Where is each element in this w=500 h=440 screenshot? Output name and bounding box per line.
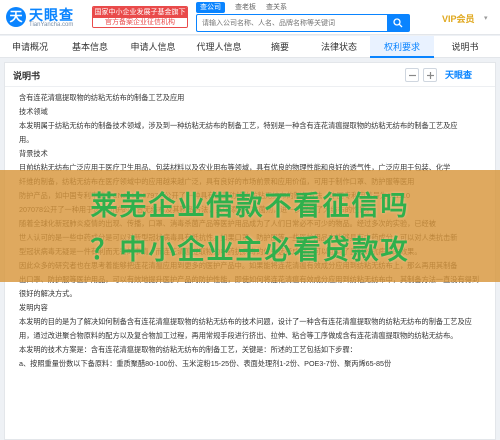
- search-tabs: 查公司 查老板 查关系: [196, 2, 297, 13]
- overlay-line-2: ？中小企业主必看贷款攻: [90, 235, 410, 266]
- tab-legal-status[interactable]: 法律状态: [308, 36, 370, 58]
- document-paragraph: a、按照重量份数以下备原料：重质聚醋80-100份、玉米淀粉15-25份、表面处…: [19, 359, 392, 368]
- document-paragraph: 技术领域: [19, 107, 48, 116]
- tab-claims[interactable]: 权利要求: [370, 36, 434, 58]
- search-button[interactable]: [387, 15, 409, 31]
- document-paragraph: 本发明的技术方案是：含有连花清瘟提取物的纺粘无纺布的制备工艺，关键是：所述的工艺…: [19, 345, 357, 354]
- promo-badge[interactable]: 国家中小企业发展子基金旗下 官方备案企业征信机构: [92, 6, 188, 28]
- vip-member-link[interactable]: VIP会员: [442, 12, 475, 25]
- search-input[interactable]: [197, 15, 387, 31]
- logo-mark-icon: 天: [6, 7, 26, 27]
- search-box: [196, 14, 410, 32]
- page: 天 天眼查 TianYancha.com 国家中小企业发展子基金旗下 官方备案企…: [0, 0, 500, 440]
- document-paragraph: 含有连花清瘟提取物的纺粘无纺布的制备工艺及应用: [19, 93, 185, 102]
- overlay-line-1: 莱芜企业借款不看征信吗: [90, 191, 410, 222]
- zoom-out-button[interactable]: [405, 68, 419, 82]
- document-paragraph: 本发明的目的是为了解决如何制备含有连花清瘟提取物的纺粘无纺布的技术问题，设计了一…: [19, 317, 472, 326]
- promo-line-1: 国家中小企业发展子基金旗下: [93, 7, 187, 18]
- patent-nav-tabs: 申请概况 基本信息 申请人信息 代理人信息 摘要 法律状态 权利要求 说明书: [0, 36, 500, 58]
- document-paragraph: 发明内容: [19, 303, 48, 312]
- document-paragraph: 背景技术: [19, 149, 48, 158]
- tab-applicant-info[interactable]: 申请人信息: [120, 36, 186, 58]
- overlay-banner[interactable]: 莱芜企业借款不看征信吗 ？中小企业主必看贷款攻: [0, 170, 500, 282]
- search-tab-relation[interactable]: 查关系: [266, 2, 287, 13]
- plus-icon: [427, 72, 434, 79]
- tab-agent-info[interactable]: 代理人信息: [186, 36, 252, 58]
- document-watermark-logo: 天眼查: [445, 70, 473, 80]
- tab-abstract[interactable]: 摘要: [252, 36, 308, 58]
- document-paragraph: 用。: [19, 135, 34, 144]
- document-paragraph: 用，通过改进聚合物原料的配方以及复合物加工过程，再用常规手段进行挤出、拉伸、粘合…: [19, 331, 458, 340]
- promo-line-2: 官方备案企业征信机构: [93, 18, 187, 27]
- tab-description[interactable]: 说明书: [434, 36, 496, 58]
- site-logo[interactable]: 天 天眼查 TianYancha.com: [6, 4, 92, 30]
- document-header: 说明书 天眼查: [5, 63, 495, 87]
- document-title: 说明书: [13, 71, 41, 81]
- minus-icon: [409, 74, 416, 77]
- tab-application-overview[interactable]: 申请概况: [0, 36, 60, 58]
- search-tab-company[interactable]: 查公司: [196, 2, 225, 13]
- logo-subtext: TianYancha.com: [29, 22, 74, 28]
- search-icon: [393, 18, 403, 28]
- zoom-in-button[interactable]: [423, 68, 437, 82]
- chevron-down-icon[interactable]: ▾: [484, 14, 488, 22]
- document-paragraph: 本发明属于纺粘无纺布的制备技术领域，涉及到一种纺粘无纺布的制备工艺，特别是一种含…: [19, 121, 458, 130]
- top-bar: 天 天眼查 TianYancha.com 国家中小企业发展子基金旗下 官方备案企…: [0, 0, 500, 35]
- tab-basic-info[interactable]: 基本信息: [60, 36, 120, 58]
- search-tab-boss[interactable]: 查老板: [235, 2, 256, 13]
